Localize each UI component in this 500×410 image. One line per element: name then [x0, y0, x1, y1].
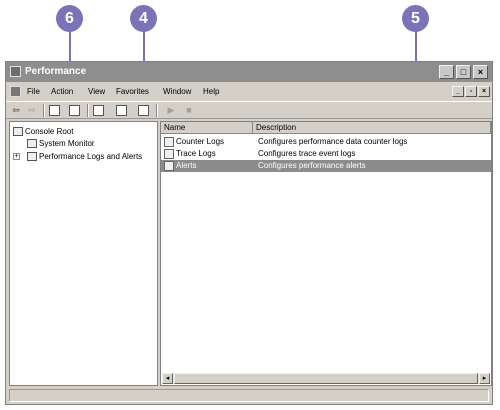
toolbar: ⇦ ⇨ ▶ ■: [6, 101, 492, 119]
list-item-trace-logs[interactable]: Trace Logs Configures trace event logs: [161, 148, 491, 160]
properties-icon[interactable]: [116, 105, 127, 116]
child-close-button[interactable]: ×: [478, 86, 490, 97]
minimize-button[interactable]: _: [439, 65, 454, 79]
tree-item-label: Performance Logs and Alerts: [39, 152, 143, 161]
start-icon[interactable]: ▶: [164, 104, 178, 117]
column-header-name[interactable]: Name: [161, 122, 253, 134]
forward-arrow-icon[interactable]: ⇨: [25, 104, 39, 117]
expand-toggle[interactable]: +: [13, 153, 20, 160]
export-list-icon[interactable]: [93, 105, 104, 116]
list-item-name: Alerts: [176, 161, 197, 170]
horizontal-scrollbar[interactable]: ◂ ▸: [162, 373, 490, 384]
list-item-description: Configures trace event logs: [258, 149, 356, 158]
menu-favorites[interactable]: Favorites: [116, 87, 149, 96]
back-arrow-icon[interactable]: ⇦: [9, 104, 23, 117]
new-log-icon[interactable]: [138, 105, 149, 116]
callout-6: 6: [56, 5, 83, 32]
status-bar: [9, 389, 489, 402]
menu-file[interactable]: File: [27, 87, 40, 96]
list-item-name: Trace Logs: [176, 149, 216, 158]
log-icon: [164, 137, 174, 147]
toolbar-separator: [87, 104, 89, 117]
child-restore-button[interactable]: ▫: [465, 86, 477, 97]
scroll-left-icon[interactable]: ◂: [162, 373, 173, 384]
menu-bar: File Action View Favorites Window Help _…: [6, 83, 492, 100]
window-title: Performance: [25, 66, 87, 77]
toolbar-separator: [43, 104, 45, 117]
title-bar[interactable]: Performance _ □ ×: [6, 62, 492, 82]
tree-item-label: Console Root: [25, 127, 74, 136]
scroll-thumb[interactable]: [174, 373, 478, 384]
show-hide-tree-icon[interactable]: [69, 105, 80, 116]
log-icon: [164, 149, 174, 159]
console-menu-icon[interactable]: [10, 86, 21, 97]
menu-window[interactable]: Window: [163, 87, 191, 96]
list-item-description: Configures performance alerts: [258, 161, 366, 170]
toolbar-separator: [156, 104, 158, 117]
callout-4: 4: [130, 5, 157, 32]
list-item-description: Configures performance data counter logs: [258, 137, 408, 146]
up-one-level-icon[interactable]: [49, 105, 60, 116]
stop-icon[interactable]: ■: [182, 104, 196, 117]
menu-view[interactable]: View: [88, 87, 105, 96]
performance-app-icon: [10, 66, 21, 77]
list-item-counter-logs[interactable]: Counter Logs Configures performance data…: [161, 136, 491, 148]
tree-item-label: System Monitor: [39, 139, 95, 148]
column-header-description[interactable]: Description: [253, 122, 491, 134]
alert-icon: [164, 161, 174, 171]
list-item-alerts[interactable]: Alerts Configures performance alerts: [161, 160, 491, 172]
menu-action[interactable]: Action: [51, 87, 73, 96]
menu-help[interactable]: Help: [203, 87, 219, 96]
console-tree: Console Root System Monitor + Performanc…: [9, 121, 158, 386]
callout-5: 5: [402, 5, 429, 32]
performance-window: Performance _ □ × File Action View Favor…: [5, 61, 493, 405]
performance-logs-icon: [27, 152, 37, 161]
list-item-name: Counter Logs: [176, 137, 225, 146]
child-minimize-button[interactable]: _: [452, 86, 464, 97]
system-monitor-icon: [27, 139, 37, 148]
scroll-right-icon[interactable]: ▸: [479, 373, 490, 384]
close-button[interactable]: ×: [473, 65, 488, 79]
details-list: Name Description Counter Logs Configures…: [160, 121, 492, 386]
folder-icon: [13, 127, 23, 136]
maximize-button[interactable]: □: [456, 65, 471, 79]
